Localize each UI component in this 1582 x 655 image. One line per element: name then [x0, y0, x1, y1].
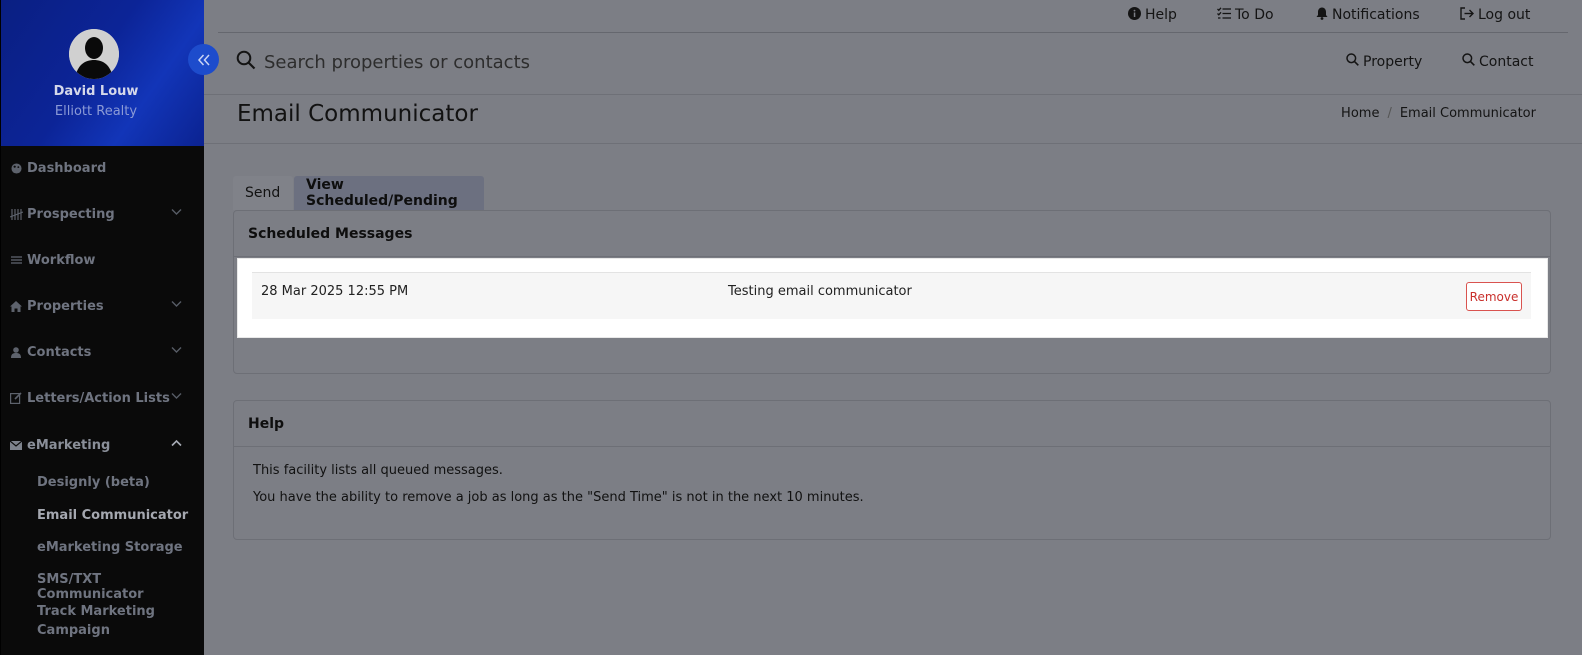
- header-divider: [218, 32, 1568, 33]
- scheduled-messages-list: 28 Mar 2025 12:55 PM Testing email commu…: [238, 259, 1547, 337]
- message-send-time: 28 Mar 2025 12:55 PM: [261, 284, 409, 299]
- sidebar-item-label: Workflow: [27, 252, 96, 268]
- breadcrumb-current: Email Communicator: [1399, 106, 1536, 121]
- bell-icon: [1316, 7, 1328, 24]
- edit-icon: [9, 392, 23, 404]
- help-text-line-2: You have the ability to remove a job as …: [253, 490, 864, 505]
- sidebar-subitem-sms-communicator[interactable]: SMS/TXT Communicator: [37, 572, 204, 602]
- property-search-button[interactable]: Property: [1346, 53, 1422, 70]
- chevron-down-icon: [171, 390, 182, 403]
- sidebar-subitem-email-communicator[interactable]: Email Communicator: [37, 508, 188, 523]
- logout-link-label: Log out: [1478, 7, 1531, 23]
- tab-send[interactable]: Send: [233, 176, 293, 210]
- list-icon: [9, 255, 23, 265]
- todo-link[interactable]: To Do: [1217, 5, 1274, 25]
- profile-panel: David Louw Elliott Realty: [1, 0, 204, 146]
- checklist-icon: [1217, 7, 1231, 23]
- help-link-label: Help: [1145, 7, 1177, 23]
- profile-name: David Louw: [53, 84, 139, 99]
- chevron-down-icon: [171, 206, 182, 219]
- info-icon: [1128, 6, 1141, 24]
- help-link[interactable]: Help: [1128, 5, 1177, 25]
- contact-search-button[interactable]: Contact: [1462, 53, 1533, 70]
- sidebar-item-label: Properties: [27, 298, 104, 314]
- avatar-silhouette-icon: [69, 29, 119, 79]
- sidebar-item-letters[interactable]: Letters/Action Lists: [1, 386, 204, 410]
- search-input[interactable]: [264, 48, 964, 76]
- property-search-label: Property: [1363, 53, 1423, 70]
- tab-view-scheduled[interactable]: View Scheduled/Pending: [294, 176, 484, 210]
- notifications-link[interactable]: Notifications: [1316, 5, 1420, 25]
- contact-search-label: Contact: [1479, 53, 1534, 70]
- tally-icon: [9, 208, 23, 220]
- help-header: Help: [234, 401, 1550, 447]
- double-chevron-left-icon: [197, 53, 210, 66]
- todo-link-label: To Do: [1235, 7, 1274, 23]
- chevron-down-icon: [171, 298, 182, 311]
- person-icon: [9, 346, 23, 358]
- message-subject: Testing email communicator: [728, 284, 912, 299]
- sidebar-item-properties[interactable]: Properties: [1, 294, 204, 318]
- sidebar-item-prospecting[interactable]: Prospecting: [1, 202, 204, 226]
- sidebar-item-contacts[interactable]: Contacts: [1, 340, 204, 364]
- sidebar-subitem-emarketing-storage[interactable]: eMarketing Storage: [37, 540, 183, 555]
- sidebar-item-label: Letters/Action Lists: [27, 390, 170, 406]
- sidebar-subitem-designly[interactable]: Designly (beta): [37, 475, 150, 490]
- breadcrumb: Home / Email Communicator: [1341, 106, 1536, 121]
- chevron-down-icon: [171, 344, 182, 357]
- logout-icon: [1460, 6, 1474, 24]
- search-icon: [1346, 53, 1359, 70]
- help-card: Help This facility lists all queued mess…: [233, 400, 1551, 540]
- search-bar: [236, 48, 964, 76]
- notifications-link-label: Notifications: [1332, 7, 1420, 23]
- sidebar-item-label: eMarketing: [27, 437, 111, 453]
- sidebar-item-workflow[interactable]: Workflow: [1, 248, 204, 272]
- sidebar-subitem-campaign[interactable]: Campaign: [37, 623, 110, 638]
- remove-button[interactable]: Remove: [1466, 282, 1522, 311]
- scheduled-messages-header: Scheduled Messages: [234, 211, 1550, 257]
- search-icon: [236, 50, 256, 74]
- sidebar-item-label: Contacts: [27, 344, 92, 360]
- sidebar-subitem-track-marketing[interactable]: Track Marketing: [37, 604, 155, 619]
- palette-icon: [9, 162, 23, 174]
- sidebar-item-label: Dashboard: [27, 160, 107, 176]
- sidebar-item-emarketing[interactable]: eMarketing: [1, 433, 204, 457]
- breadcrumb-separator: /: [1387, 106, 1392, 121]
- sidebar-item-label: Prospecting: [27, 206, 115, 222]
- sidebar: David Louw Elliott Realty Dashboard Pros…: [0, 0, 204, 655]
- table-row: 28 Mar 2025 12:55 PM Testing email commu…: [252, 272, 1531, 319]
- envelope-icon: [9, 440, 23, 450]
- sidebar-collapse-button[interactable]: [188, 44, 219, 75]
- profile-company: Elliott Realty: [54, 104, 138, 119]
- help-text-line-1: This facility lists all queued messages.: [253, 463, 503, 478]
- avatar[interactable]: [69, 29, 119, 79]
- home-icon: [9, 300, 23, 312]
- search-icon: [1462, 53, 1475, 70]
- help-body: This facility lists all queued messages.…: [234, 447, 1550, 533]
- chevron-up-icon: [171, 437, 182, 450]
- logout-link[interactable]: Log out: [1460, 5, 1530, 25]
- sidebar-item-dashboard[interactable]: Dashboard: [1, 156, 204, 180]
- breadcrumb-home[interactable]: Home: [1341, 106, 1379, 121]
- page-title: Email Communicator: [237, 101, 478, 127]
